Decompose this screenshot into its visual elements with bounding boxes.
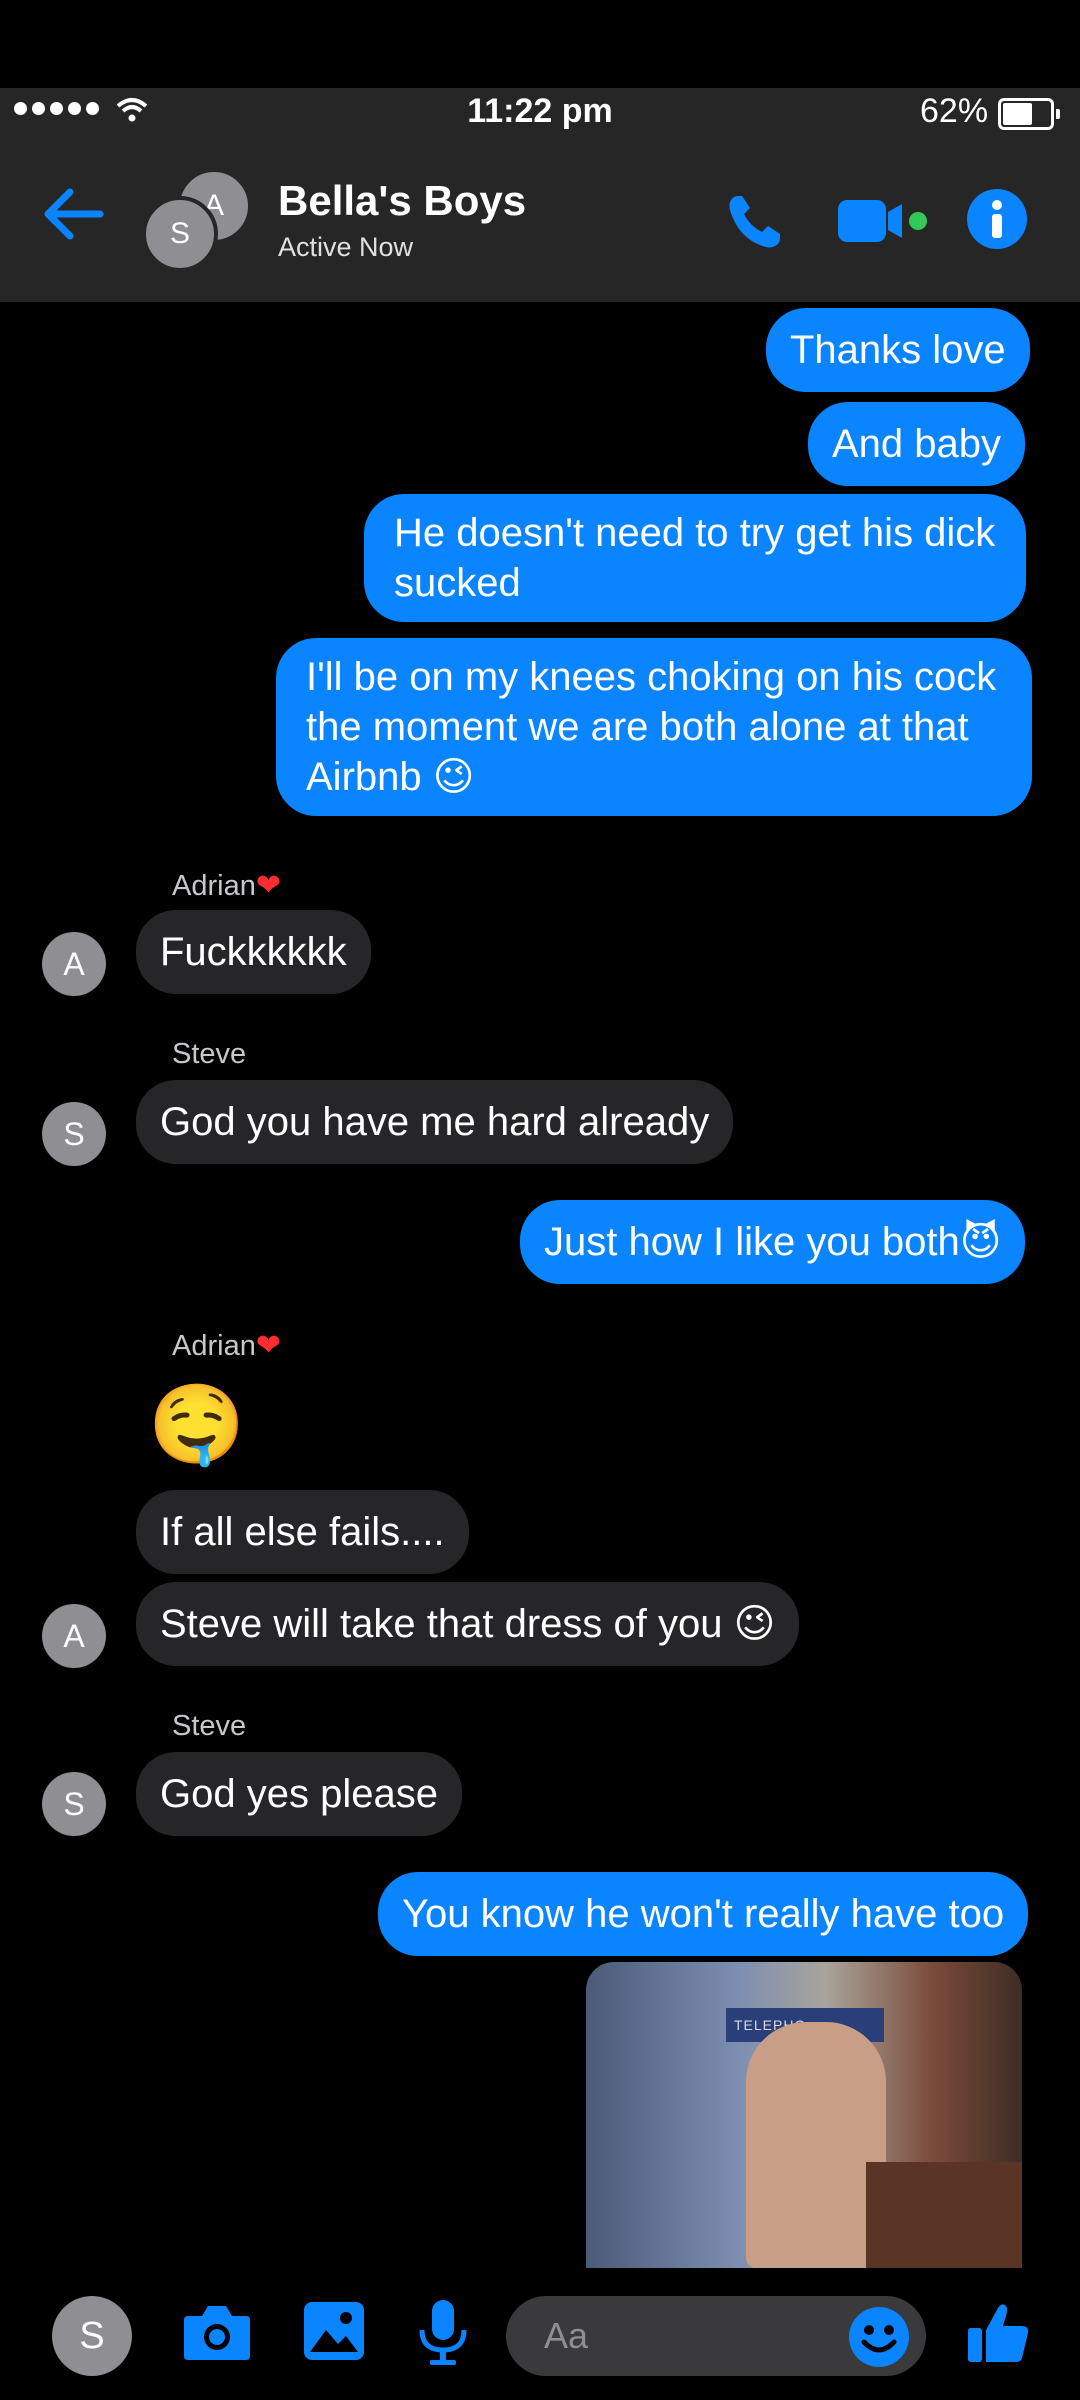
info-icon[interactable] [966,188,1028,250]
avatar[interactable]: A [42,1604,106,1668]
outgoing-message[interactable]: I'll be on my knees choking on his cock … [276,638,1032,816]
back-arrow-icon[interactable] [44,188,104,240]
heart-icon: ❤ [255,869,281,902]
camera-icon[interactable] [182,2302,252,2362]
emoji-icon[interactable] [848,2306,910,2368]
active-status: Active Now [278,232,414,262]
incoming-message[interactable]: If all else fails.... [136,1490,469,1574]
phone-icon[interactable] [724,192,784,252]
thumbs-up-icon[interactable] [966,2300,1030,2364]
conversation-title[interactable]: Bella's Boys [278,177,526,225]
avatar[interactable]: S [42,1102,106,1166]
group-avatar[interactable]: A S [142,168,252,272]
outgoing-message[interactable]: He doesn't need to try get his dick suck… [364,494,1026,622]
battery-percentage: 62% [920,92,989,130]
avatar-steve: S [142,196,218,272]
my-avatar[interactable]: S [52,2296,132,2376]
avatar[interactable]: S [42,1772,106,1836]
sender-name: Steve [172,1038,247,1070]
microphone-icon[interactable] [416,2298,470,2368]
photo-subject [746,2022,886,2268]
photo-message[interactable]: TELEPHO [586,1962,1022,2268]
outgoing-message[interactable]: Just how I like you both😈 [520,1200,1026,1284]
incoming-message[interactable]: God yes please [136,1752,462,1836]
incoming-message[interactable]: God you have me hard already [136,1080,734,1164]
photo-bar-counter [866,2162,1022,2268]
avatar[interactable]: A [42,932,106,996]
outgoing-message[interactable]: You know he won't really have too [378,1872,1029,1956]
outgoing-message[interactable]: Thanks love [766,308,1030,392]
status-time: 11:22 pm [467,92,613,130]
sender-name: Adrian❤ [172,1329,281,1362]
heart-icon: ❤ [255,1329,281,1362]
sender-name: Adrian❤ [172,869,281,902]
incoming-message[interactable]: Steve will take that dress of you 😉 [136,1582,800,1666]
battery-icon [998,98,1060,130]
outgoing-message[interactable]: And baby [808,402,1026,486]
drooling-emoji-message[interactable]: 🤤 [148,1376,245,1472]
image-icon[interactable] [302,2300,366,2362]
sender-name: Steve [172,1710,247,1742]
video-camera-icon[interactable] [838,196,928,246]
incoming-message[interactable]: Fuckkkkkk [136,910,371,994]
